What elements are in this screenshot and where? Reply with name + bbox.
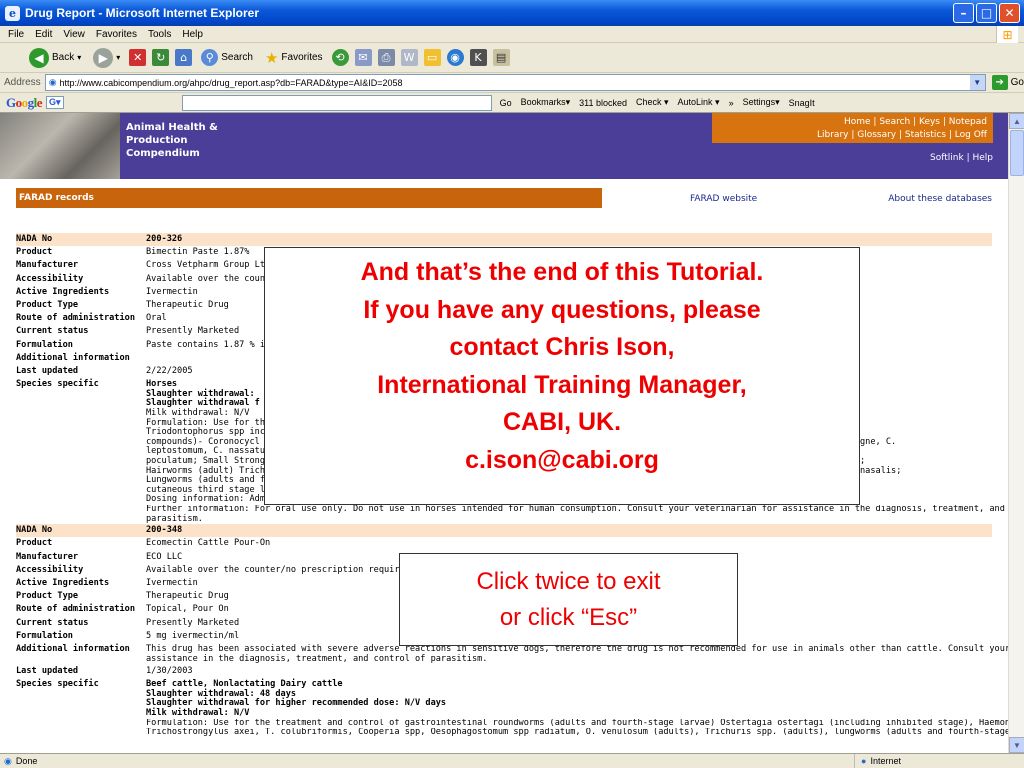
back-button[interactable]: ◀ Back ▾ — [26, 46, 84, 70]
menu-tools[interactable]: Tools — [148, 29, 171, 40]
nav-links-row2[interactable]: Library | Glossary | Statistics | Log Of… — [712, 129, 987, 142]
google-logo: Google — [6, 94, 43, 110]
research-icon[interactable]: ▤ — [492, 49, 510, 66]
forward-button[interactable]: ▶ ▾ — [90, 46, 123, 70]
search-label: Search — [221, 52, 253, 63]
go-button[interactable]: ➔ Go — [991, 75, 1024, 90]
folder-icon[interactable]: ▭ — [423, 49, 441, 66]
print-icon[interactable]: ⎙ — [377, 49, 395, 66]
scroll-up-icon[interactable]: ▲ — [1009, 113, 1024, 129]
back-label: Back — [52, 52, 75, 63]
favorites-button[interactable]: ★ Favorites — [262, 46, 326, 70]
scroll-thumb[interactable] — [1010, 130, 1024, 176]
maximize-button[interactable]: □ — [976, 3, 997, 23]
search-icon: ⚲ — [201, 49, 219, 66]
search-button[interactable]: ⚲ Search — [198, 46, 256, 70]
google-g-menu[interactable]: G▾ — [46, 96, 64, 109]
menu-bar: File Edit View Favorites Tools Help ⊞ — [0, 26, 1024, 43]
address-input[interactable]: ◉ http://www.cabicompendium.org/ahpc/dru… — [44, 74, 986, 91]
address-bar: Address ◉ http://www.cabicompendium.org/… — [0, 73, 1024, 93]
species-details: Beef cattle, Nonlactating Dairy cattle S… — [146, 679, 1008, 738]
table-row: Last updated 1/30/2003 — [16, 665, 193, 676]
zone-label: Internet — [870, 756, 901, 766]
farad-website-link[interactable]: FARAD website — [690, 194, 757, 204]
ie-icon: e — [5, 5, 20, 21]
site-banner: Animal Health & Production Compendium Ho… — [0, 113, 1008, 179]
table-row: NADA No 200-348 — [16, 524, 992, 538]
mail-icon[interactable]: ✉ — [354, 49, 372, 66]
star-icon: ★ — [264, 48, 279, 67]
page-icon: ◉ — [48, 77, 57, 87]
popup-blocked-count[interactable]: 311 blocked — [579, 98, 627, 108]
back-arrow-icon: ◀ — [29, 47, 49, 68]
k-icon[interactable]: K — [469, 49, 487, 66]
vertical-scrollbar[interactable]: ▲ ▼ — [1008, 113, 1024, 753]
windows-logo-icon: ⊞ — [996, 26, 1018, 43]
scroll-down-icon[interactable]: ▼ — [1009, 737, 1024, 753]
menu-file[interactable]: File — [8, 29, 24, 40]
home-icon[interactable]: ⌂ — [175, 49, 193, 66]
table-row: Species specific Beef cattle, Nonlactati… — [16, 678, 1008, 738]
standard-toolbar: ◀ Back ▾ ▶ ▾ ✕ ↻ ⌂ ⚲ Search ★ Favorites ⟲ … — [0, 43, 1024, 73]
address-dropdown-icon[interactable]: ▼ — [969, 75, 985, 90]
stop-icon[interactable]: ✕ — [129, 49, 147, 66]
snagit-button[interactable]: SnagIt — [789, 98, 815, 108]
title-bar: e Drug Report - Microsoft Internet Explo… — [0, 0, 1024, 26]
nav-links: Home | Search | Keys | Notepad Library |… — [712, 116, 993, 142]
section-header: FARAD records — [16, 188, 602, 208]
favorites-label: Favorites — [281, 52, 323, 63]
table-row: Product Ecomectin Cattle Pour-On — [16, 538, 271, 549]
autolink-button[interactable]: AutoLink ▾ — [678, 97, 720, 108]
close-button[interactable]: ✕ — [999, 3, 1020, 23]
tutorial-end-message: And that’s the end of this Tutorial. If … — [264, 247, 860, 505]
page-done-icon: ◉ — [4, 755, 12, 766]
window-title: Drug Report - Microsoft Internet Explore… — [25, 6, 260, 20]
softlink-help-link[interactable]: Softlink | Help — [930, 153, 993, 163]
globe-icon: ● — [861, 756, 867, 766]
google-bookmarks-button[interactable]: Bookmarks▾ — [521, 97, 571, 108]
status-bar: ◉ Done ● Internet — [0, 753, 1024, 768]
menu-edit[interactable]: Edit — [35, 29, 52, 40]
status-text: Done — [15, 756, 38, 766]
table-row: NADA No 200-326 — [16, 233, 992, 247]
spell-check-button[interactable]: Check ▾ — [636, 97, 669, 108]
address-label: Address — [4, 77, 41, 88]
banner-image — [0, 113, 120, 179]
minimize-button[interactable]: – — [953, 3, 974, 23]
menu-view[interactable]: View — [63, 29, 85, 40]
forward-arrow-icon: ▶ — [93, 47, 114, 68]
menu-favorites[interactable]: Favorites — [96, 29, 137, 40]
about-databases-link[interactable]: About these databases — [888, 194, 992, 204]
edit-icon[interactable]: W — [400, 49, 418, 66]
exit-instructions[interactable]: Click twice to exit or click “Esc” — [399, 553, 738, 646]
messenger-icon[interactable]: ◉ — [446, 49, 464, 66]
refresh-icon[interactable]: ↻ — [152, 49, 170, 66]
google-search-input[interactable] — [181, 94, 492, 111]
site-title: Animal Health & Production Compendium — [126, 122, 218, 159]
go-arrow-icon: ➔ — [991, 75, 1008, 90]
menu-help[interactable]: Help — [182, 29, 203, 40]
address-url: http://www.cabicompendium.org/ahpc/drug_… — [59, 77, 403, 88]
table-row: Additional information This drug has bee… — [16, 643, 1008, 664]
google-toolbar: Google G▾ Go Bookmarks▾ 311 blocked Chec… — [0, 93, 1024, 113]
browser-window: e Drug Report - Microsoft Internet Explo… — [0, 0, 1024, 768]
more-chevron[interactable]: » — [729, 98, 734, 108]
security-zone: ● Internet — [854, 754, 954, 768]
go-label: Go — [1010, 77, 1024, 88]
history-icon[interactable]: ⟲ — [331, 49, 349, 66]
nav-links-row1[interactable]: Home | Search | Keys | Notepad — [712, 116, 987, 129]
google-go-button[interactable]: Go — [500, 98, 512, 108]
google-settings-button[interactable]: Settings▾ — [743, 97, 780, 108]
